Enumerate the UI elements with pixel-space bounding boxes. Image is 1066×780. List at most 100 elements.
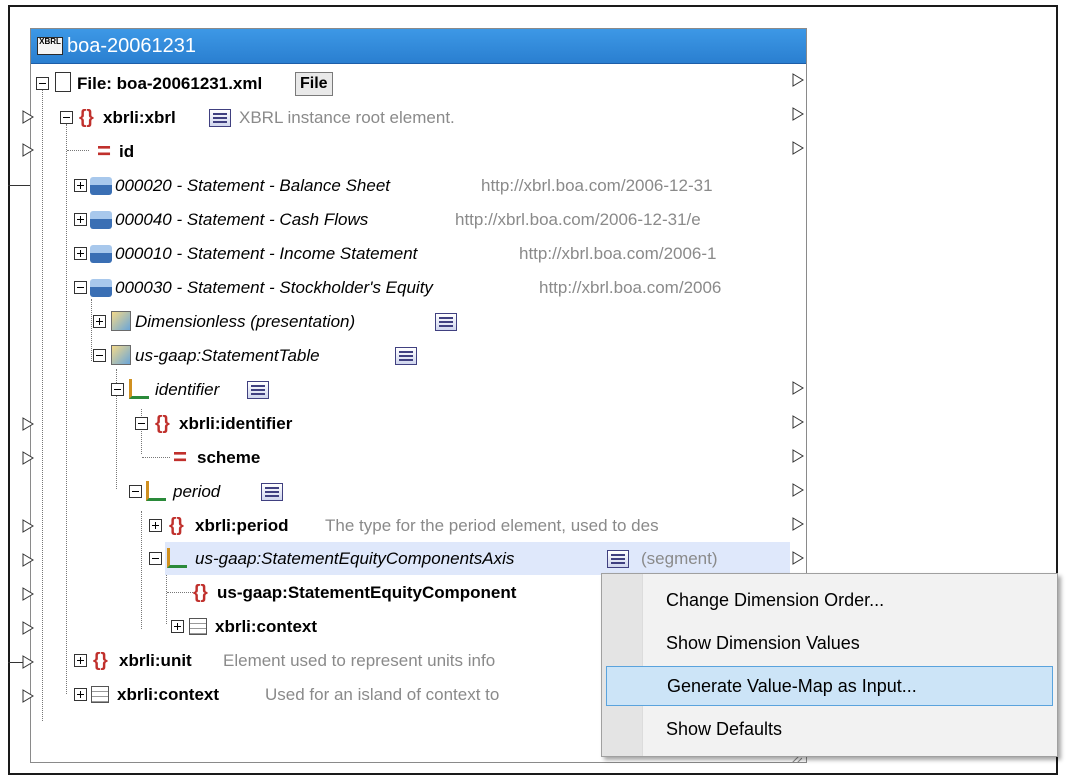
menu-item-show-dimension-values[interactable]: Show Dimension Values (606, 623, 1053, 663)
properties-button[interactable] (209, 109, 231, 127)
axis-name: us-gaap:StatementEquityComponentsAxis (195, 549, 515, 568)
attribute-name: scheme (197, 448, 261, 467)
element-icon: {} (79, 107, 94, 128)
input-connector-icon[interactable] (22, 417, 34, 431)
input-connector-icon[interactable] (22, 689, 34, 703)
tree-row-identifier[interactable]: identifier (31, 373, 791, 407)
tree-row-statement-table[interactable]: us-gaap:StatementTable (31, 339, 791, 373)
output-connector-icon[interactable] (792, 483, 804, 497)
element-icon: {} (169, 515, 184, 536)
statement-url: http://xbrl.boa.com/2006-1 (519, 244, 717, 263)
element-note: The type for the period element, used to… (325, 516, 659, 535)
input-connector-icon[interactable] (22, 553, 34, 567)
statement-url: http://xbrl.boa.com/2006-12-31/e (455, 210, 701, 229)
menu-item-show-defaults[interactable]: Show Defaults (606, 709, 1053, 749)
expand-toggle[interactable] (171, 620, 184, 633)
input-connector-icon[interactable] (22, 587, 34, 601)
menu-item-change-dimension-order[interactable]: Change Dimension Order... (606, 580, 1053, 620)
properties-button[interactable] (395, 347, 417, 365)
tree-row-xbrli-identifier[interactable]: {} xbrli:identifier (31, 407, 791, 441)
expand-toggle[interactable] (74, 179, 87, 192)
linkrole-icon (90, 177, 112, 195)
element-note: Element used to represent units info (223, 651, 496, 670)
collapse-toggle[interactable] (149, 552, 162, 565)
input-connector-icon[interactable] (22, 451, 34, 465)
file-button[interactable]: File (295, 72, 333, 96)
output-connector-icon[interactable] (792, 381, 804, 395)
statement-name: 000030 - Statement - Stockholder's Equit… (115, 278, 433, 297)
output-connector-icon[interactable] (792, 141, 804, 155)
tree-row-period[interactable]: period (31, 475, 791, 509)
tree-row-file[interactable]: File: boa-20061231.xml File (31, 67, 791, 101)
element-name: xbrli:context (117, 685, 220, 704)
axis-name: identifier (155, 380, 220, 399)
element-name: xbrli:identifier (179, 414, 293, 433)
collapse-toggle[interactable] (60, 111, 73, 124)
element-icon: {} (155, 413, 170, 434)
axis-segment: (segment) (641, 549, 718, 568)
input-connector-icon[interactable] (22, 143, 34, 157)
expand-toggle[interactable] (74, 654, 87, 667)
statement-url: http://xbrl.boa.com/2006-12-31 (481, 176, 713, 195)
input-connector-icon[interactable] (22, 519, 34, 533)
expand-toggle[interactable] (74, 247, 87, 260)
collapse-toggle[interactable] (135, 417, 148, 430)
tree-row-dimensionless[interactable]: Dimensionless (presentation) (31, 305, 791, 339)
collapse-toggle[interactable] (36, 77, 49, 90)
attribute-icon: = (97, 138, 112, 165)
tree-row-scheme[interactable]: = scheme (31, 441, 791, 475)
collapse-toggle[interactable] (129, 485, 142, 498)
file-icon (55, 72, 71, 92)
context-menu: Change Dimension Order... Show Dimension… (601, 573, 1058, 757)
connector-line (8, 185, 30, 186)
expand-toggle[interactable] (74, 213, 87, 226)
axis-icon (146, 481, 166, 501)
output-connector-icon[interactable] (792, 73, 804, 87)
properties-button[interactable] (261, 483, 283, 501)
properties-button[interactable] (247, 381, 269, 399)
element-name: xbrli:xbrl (103, 108, 176, 127)
tree-row-statement[interactable]: 000020 - Statement - Balance Sheet http:… (31, 169, 791, 203)
tree-row-statement[interactable]: 000010 - Statement - Income Statement ht… (31, 237, 791, 271)
tree-row-statement[interactable]: 000040 - Statement - Cash Flows http://x… (31, 203, 791, 237)
attribute-name: id (119, 142, 135, 161)
table-icon (91, 686, 109, 703)
output-connector-icon[interactable] (792, 551, 804, 565)
axis-name: period (173, 482, 221, 501)
component-title: boa-20061231 (67, 35, 197, 57)
menu-item-generate-value-map[interactable]: Generate Value-Map as Input... (606, 666, 1053, 706)
tree-row-xbrli-period[interactable]: {} xbrli:period The type for the period … (31, 509, 791, 543)
element-icon: {} (193, 582, 208, 603)
linkrole-icon (90, 245, 112, 263)
collapse-toggle[interactable] (111, 383, 124, 396)
file-label: File: boa-20061231.xml (77, 74, 263, 93)
input-connector-icon[interactable] (22, 621, 34, 635)
properties-button[interactable] (435, 313, 457, 331)
tree-row-equity-axis[interactable]: us-gaap:StatementEquityComponentsAxis (s… (31, 542, 791, 576)
collapse-toggle[interactable] (93, 349, 106, 362)
input-connector-icon[interactable] (22, 655, 34, 669)
tree-row-statement[interactable]: 000030 - Statement - Stockholder's Equit… (31, 271, 791, 305)
statement-name: 000020 - Statement - Balance Sheet (115, 176, 391, 195)
output-connector-icon[interactable] (792, 107, 804, 121)
output-connector-icon[interactable] (792, 415, 804, 429)
component-titlebar[interactable]: XBRL boa-20061231 (31, 29, 806, 64)
table-name: us-gaap:StatementTable (135, 346, 320, 365)
tree-row-xbrl-root[interactable]: {} xbrli:xbrl XBRL instance root element… (31, 101, 791, 135)
statement-name: 000040 - Statement - Cash Flows (115, 210, 369, 229)
table-name: Dimensionless (presentation) (135, 312, 356, 331)
output-connector-icon[interactable] (792, 449, 804, 463)
expand-toggle[interactable] (74, 688, 87, 701)
input-connector-icon[interactable] (22, 110, 34, 124)
output-connector-icon[interactable] (792, 517, 804, 531)
collapse-toggle[interactable] (74, 281, 87, 294)
expand-toggle[interactable] (93, 315, 106, 328)
hypercube-icon (111, 311, 131, 331)
element-name: xbrli:context (215, 617, 318, 636)
statement-url: http://xbrl.boa.com/2006 (539, 278, 722, 297)
expand-toggle[interactable] (149, 519, 162, 532)
properties-button[interactable] (607, 550, 629, 568)
table-icon (189, 618, 207, 635)
tree-row-id[interactable]: = id (31, 135, 791, 169)
element-note: Used for an island of context to (265, 685, 500, 704)
